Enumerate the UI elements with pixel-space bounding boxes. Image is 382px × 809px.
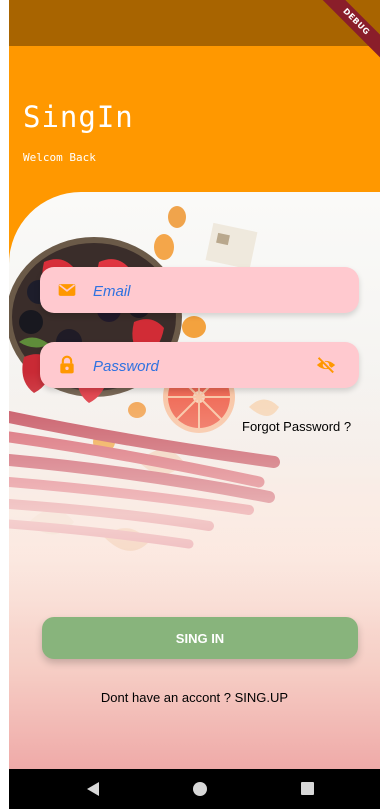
- page-title: SingIn: [23, 100, 134, 134]
- system-nav-bar: [9, 769, 380, 809]
- recents-icon[interactable]: [301, 782, 314, 795]
- back-icon[interactable]: [87, 782, 99, 796]
- password-field[interactable]: [40, 342, 359, 390]
- page-subtitle: Welcom Back: [23, 151, 96, 164]
- envelope-icon: [58, 284, 76, 296]
- email-input[interactable]: [91, 267, 315, 315]
- status-bar: [9, 0, 380, 46]
- sign-up-link[interactable]: Dont have an accont ? SING.UP: [9, 690, 380, 705]
- password-input[interactable]: [91, 342, 315, 390]
- sign-in-button[interactable]: SING IN: [42, 617, 358, 659]
- eye-off-icon[interactable]: [315, 354, 337, 376]
- lock-icon: [60, 355, 74, 374]
- forgot-password-link[interactable]: Forgot Password ?: [242, 419, 351, 434]
- home-icon[interactable]: [193, 782, 207, 796]
- background-fade: [9, 372, 380, 632]
- email-field[interactable]: [40, 267, 359, 315]
- app-screen: DEBUG SingIn Welcom Back Email Forgot Pa…: [9, 0, 380, 809]
